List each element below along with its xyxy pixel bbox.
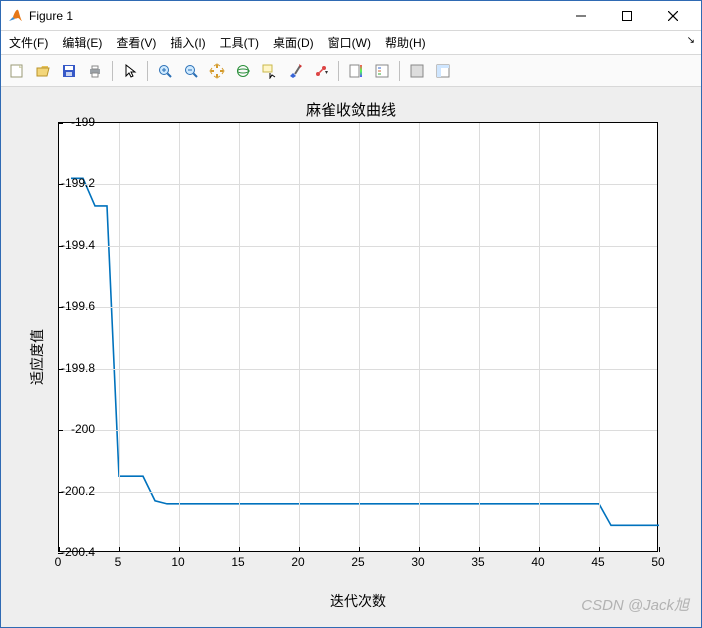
close-button[interactable] [659,6,687,26]
x-tick-label: 15 [231,555,244,569]
grid-line [239,123,240,551]
menu-view[interactable]: 查看(V) [116,34,156,51]
pointer-icon[interactable] [118,59,142,83]
y-tick-label: -199 [51,115,95,129]
grid-line [599,123,600,551]
open-icon[interactable] [31,59,55,83]
grid-line [59,430,657,431]
chart-title: 麻雀收敛曲线 [1,99,701,120]
menu-edit[interactable]: 编辑(E) [62,34,102,51]
grid-line [419,123,420,551]
axes[interactable] [58,122,658,552]
menu-file[interactable]: 文件(F) [9,34,48,51]
minimize-button[interactable] [567,6,595,26]
tick-mark [539,547,540,552]
grid-line [539,123,540,551]
show-tools-icon[interactable] [431,59,455,83]
print-icon[interactable] [83,59,107,83]
y-tick-label: -199.4 [51,238,95,252]
save-icon[interactable] [57,59,81,83]
hide-tools-icon[interactable] [405,59,429,83]
new-figure-icon[interactable] [5,59,29,83]
tick-mark [119,547,120,552]
grid-line [59,246,657,247]
x-tick-label: 30 [411,555,424,569]
brush-icon[interactable] [283,59,307,83]
grid-line [59,492,657,493]
zoom-in-icon[interactable] [153,59,177,83]
toolbar [1,55,701,87]
tick-mark [419,547,420,552]
tick-mark [659,547,660,552]
tick-mark [239,547,240,552]
tick-mark [599,547,600,552]
x-tick-label: 5 [115,555,122,569]
x-tick-label: 35 [471,555,484,569]
rotate3d-icon[interactable] [231,59,255,83]
menu-window[interactable]: 窗口(W) [328,34,371,51]
x-tick-label: 10 [171,555,184,569]
y-tick-label: -199.6 [51,299,95,313]
legend-icon[interactable] [370,59,394,83]
menubar-chevron-icon[interactable]: ↘ [687,35,695,46]
x-axis-label: 迭代次数 [58,591,658,611]
y-axis-label: 适应度值 [27,329,47,385]
grid-line [119,123,120,551]
grid-line [479,123,480,551]
grid-line [59,184,657,185]
grid-line [59,307,657,308]
y-tick-label: -200 [51,422,95,436]
y-tick-label: -200.4 [51,545,95,559]
figure-area: 麻雀收敛曲线 适应度值 迭代次数 CSDN @Jack旭 05101520253… [1,87,701,627]
menu-help[interactable]: 帮助(H) [385,34,426,51]
tick-mark [479,547,480,552]
window-title: Figure 1 [29,9,73,23]
tick-mark [359,547,360,552]
grid-line [359,123,360,551]
y-tick-label: -199.8 [51,361,95,375]
menu-desktop[interactable]: 桌面(D) [273,34,314,51]
x-tick-label: 40 [531,555,544,569]
datacursor-icon[interactable] [257,59,281,83]
window-controls [567,6,695,26]
pan-icon[interactable] [205,59,229,83]
x-tick-label: 20 [291,555,304,569]
zoom-out-icon[interactable] [179,59,203,83]
matlab-icon [7,8,23,24]
y-tick-label: -199.2 [51,176,95,190]
tick-mark [299,547,300,552]
colorbar-icon[interactable] [344,59,368,83]
menu-tools[interactable]: 工具(T) [220,34,259,51]
grid-line [179,123,180,551]
x-tick-label: 45 [591,555,604,569]
maximize-button[interactable] [613,6,641,26]
x-tick-label: 50 [651,555,664,569]
figure-window: Figure 1 文件(F) 编辑(E) 查看(V) 插入(I) 工具(T) 桌… [0,0,702,628]
menu-bar: 文件(F) 编辑(E) 查看(V) 插入(I) 工具(T) 桌面(D) 窗口(W… [1,31,701,55]
link-icon[interactable] [309,59,333,83]
tick-mark [179,547,180,552]
x-tick-label: 25 [351,555,364,569]
y-tick-label: -200.2 [51,484,95,498]
menu-insert[interactable]: 插入(I) [170,34,205,51]
grid-line [299,123,300,551]
grid-line [59,369,657,370]
title-bar: Figure 1 [1,1,701,31]
